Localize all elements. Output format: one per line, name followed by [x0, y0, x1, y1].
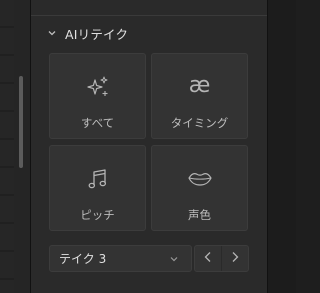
take-select-value: テイク 3 — [59, 252, 107, 266]
retake-voice-color-button[interactable]: 声色 — [151, 145, 248, 231]
track-lane-strip — [0, 0, 14, 293]
divider — [31, 15, 267, 16]
ae-glyph: æ — [188, 73, 211, 98]
ai-retake-panel: AIリテイク すべて æ タイミング ピッチ 声色 テイク 3 — [31, 0, 267, 293]
music-note-icon — [50, 166, 145, 192]
chevron-down-icon — [168, 254, 180, 264]
chevron-left-icon — [202, 249, 214, 268]
lips-icon — [152, 166, 247, 192]
tile-label: タイミング — [170, 116, 229, 130]
take-navigation — [194, 245, 249, 272]
previous-take-button[interactable] — [195, 246, 221, 271]
section-header-ai-retake[interactable]: AIリテイク — [47, 22, 128, 44]
tile-label: ピッチ — [80, 208, 115, 222]
section-title: AIリテイク — [65, 26, 129, 42]
chevron-down-icon[interactable] — [47, 28, 57, 38]
retake-timing-button[interactable]: æ タイミング — [151, 53, 248, 139]
tile-label: 声色 — [188, 208, 211, 222]
retake-pitch-button[interactable]: ピッチ — [49, 145, 146, 231]
scrollbar-thumb[interactable] — [19, 76, 23, 168]
tile-label: すべて — [80, 116, 115, 130]
take-select-dropdown[interactable]: テイク 3 — [49, 245, 192, 272]
retake-all-button[interactable]: すべて — [49, 53, 146, 139]
sparkle-icon — [50, 74, 145, 100]
ae-ligature-icon: æ — [152, 74, 247, 100]
chevron-right-icon — [229, 249, 241, 268]
app-window: AIリテイク すべて æ タイミング ピッチ 声色 テイク 3 — [0, 0, 296, 293]
right-panel-edge — [267, 0, 296, 293]
next-take-button[interactable] — [222, 246, 248, 271]
